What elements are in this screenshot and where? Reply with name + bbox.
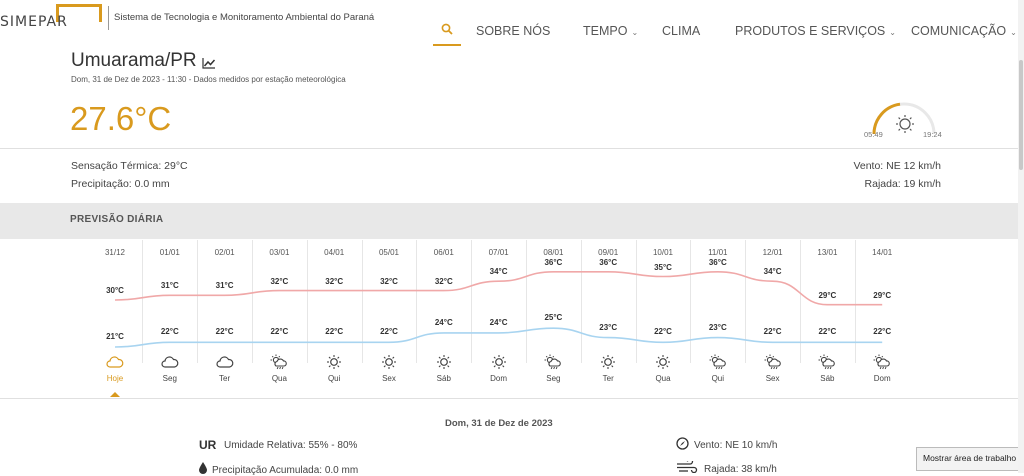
temperature-lines [114,270,883,348]
precipitation: Precipitação: 0.0 mm [71,178,170,190]
precipitation-accumulated: Precipitação Acumulada: 0.0 mm [212,465,359,476]
forecast-day[interactable]: Qua [643,374,683,383]
forecast-day[interactable]: Sáb [807,374,847,383]
search-icon [441,23,453,35]
scrollbar-thumb[interactable] [1019,60,1023,170]
forecast-title: PREVISÃO DIÁRIA [70,214,164,225]
gust: Rajada: 19 km/h [864,178,941,190]
divider [0,148,1024,149]
chevron-down-icon: ⌄ [889,28,896,37]
forecast-day[interactable]: Qua [259,374,299,383]
sunrise-time: 05:49 [864,130,883,139]
wind-gust-icon [677,461,698,473]
chart-trend-icon[interactable] [202,57,216,69]
forecast-day[interactable]: Ter [205,374,245,383]
nav-clima[interactable]: CLIMA [662,24,700,38]
humidity-label: UR [199,438,217,452]
selected-day-marker [110,392,120,397]
humidity: Umidade Relativa: 55% - 80% [224,440,358,451]
nav-comunicacao[interactable]: COMUNICAÇÃO ⌄ [911,24,1017,38]
forecast-day[interactable]: Sáb [424,374,464,383]
min-temperature-line [114,327,883,348]
forecast-day[interactable]: Seg [150,374,190,383]
divider [0,398,1024,399]
sunset-time: 19:24 [923,130,942,139]
forecast-day[interactable]: Sex [753,374,793,383]
forecast-day[interactable]: Hoje [95,374,135,383]
sensation: Sensação Térmica: 29°C [71,160,188,172]
forecast-day[interactable]: Qui [698,374,738,383]
station-meta: Dom, 31 de Dez de 2023 - 11:30 - Dados m… [71,75,346,84]
tooltip: Mostrar área de trabalho [916,447,1024,471]
logo-divider [108,6,109,30]
sun-icon [896,115,914,133]
forecast-day[interactable]: Sex [369,374,409,383]
nav-tempo[interactable]: TEMPO ⌄ [583,24,638,38]
tagline: Sistema de Tecnologia e Monitoramento Am… [114,12,375,23]
nav-sobre-nos[interactable]: SOBRE NÓS [476,24,550,38]
current-temperature: 27.6°C [70,100,172,137]
logo[interactable]: SIMEPAR [0,14,68,30]
forecast-day[interactable]: Ter [588,374,628,383]
compass-icon [676,437,689,450]
nav-produtos-servicos[interactable]: PRODUTOS E SERVIÇOS ⌄ [735,24,896,38]
chevron-down-icon: ⌄ [631,28,639,37]
forecast-day[interactable]: Dom [479,374,519,383]
search-button[interactable] [433,14,461,46]
forecast-day[interactable]: Dom [862,374,902,383]
day-gust: Rajada: 38 km/h [704,464,777,475]
forecast-day[interactable]: Qui [314,374,354,383]
day-wind: Vento: NE 10 km/h [694,440,778,451]
page-title: Umuarama/PR [71,50,197,71]
selected-date: Dom, 31 de Dez de 2023 [445,418,553,429]
chevron-down-icon: ⌄ [1010,28,1017,37]
raindrop-icon [199,462,207,474]
forecast-day[interactable]: Seg [533,374,573,383]
max-temperature-line [114,270,883,306]
wind: Vento: NE 12 km/h [853,160,941,172]
